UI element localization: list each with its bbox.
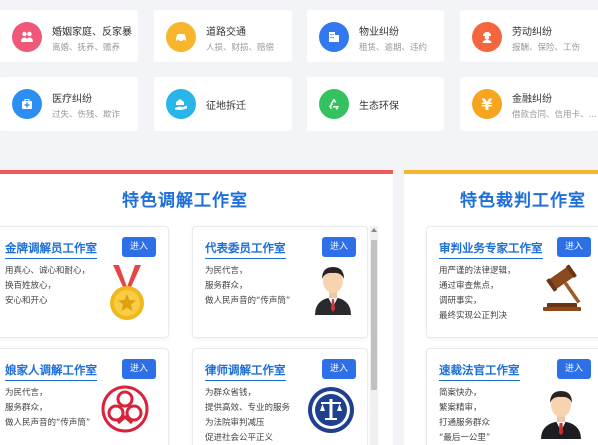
representative-avatar-icon (311, 261, 355, 319)
category-title: 征地拆迁 (206, 101, 246, 112)
car-icon (166, 22, 196, 52)
mediation-panel-accent (0, 170, 393, 174)
category-title: 劳动纠纷 (512, 27, 552, 38)
judge-avatar-icon (537, 383, 585, 443)
category-card-marriage[interactable]: 婚姻家庭、反家暴 离婚、抚养、赡养 (0, 10, 138, 62)
studio-name[interactable]: 律师调解工作室 (205, 362, 286, 381)
category-title: 金融纠纷 (512, 94, 552, 105)
category-subtitle: 过失、伤残、欺诈 (52, 110, 121, 120)
studio-card-womens-federation[interactable]: 娘家人调解工作室 进入 为民代言， 服务群众， 做人民声音的“传声筒” (0, 348, 169, 445)
enter-button[interactable]: 进入 (122, 237, 156, 257)
category-subtitle: 离婚、抚养、赡养 (52, 43, 121, 53)
category-subtitle: 人损、财损、赔偿 (206, 43, 275, 53)
studio-name[interactable]: 审判业务专家工作室 (439, 240, 543, 259)
gavel-icon (539, 263, 591, 315)
scrollbar-thumb[interactable] (371, 240, 377, 390)
category-card-labor[interactable]: 劳动纠纷 报酬、保险、工伤 (460, 10, 598, 62)
lawyers-association-emblem-icon (306, 385, 356, 439)
studio-name[interactable]: 代表委员工作室 (205, 240, 286, 259)
studio-description: 用真心、诚心和耐心， 换百姓放心， 安心和开心 (5, 266, 91, 306)
worker-icon (472, 22, 502, 52)
category-card-environment[interactable]: 生态环保 (307, 77, 444, 131)
heart-family-icon (12, 22, 42, 52)
medical-kit-icon (12, 89, 42, 119)
building-icon (319, 22, 349, 52)
category-title: 婚姻家庭、反家暴 (52, 27, 132, 38)
enter-button[interactable]: 进入 (557, 359, 591, 379)
category-title: 医疗纠纷 (52, 94, 92, 105)
category-card-medical[interactable]: 医疗纠纷 过失、伤残、欺诈 (0, 77, 138, 131)
category-subtitle: 租赁、逾期、违约 (359, 43, 428, 53)
studio-description: 为民代言， 服务群众， 做人民声音的“传声筒” (5, 388, 91, 428)
category-card-finance[interactable]: ¥ 金融纠纷 借款合同、信用卡、... (460, 77, 598, 131)
enter-button[interactable]: 进入 (122, 359, 156, 379)
studio-description: 为民代言， 服务群众， 做人民声音的“传声筒” (205, 266, 291, 306)
category-card-property[interactable]: 物业纠纷 租赁、逾期、违约 (307, 10, 444, 62)
enter-button[interactable]: 进入 (557, 237, 591, 257)
enter-button[interactable]: 进入 (322, 237, 356, 257)
studio-name[interactable]: 速裁法官工作室 (439, 362, 520, 381)
category-title: 道路交通 (206, 27, 246, 38)
yen-icon: ¥ (472, 89, 502, 119)
mediation-panel-title: 特色调解工作室 (122, 191, 248, 211)
adjudication-panel-title: 特色裁判工作室 (460, 191, 586, 211)
studio-card-representative[interactable]: 代表委员工作室 进入 为民代言， 服务群众， 做人民声音的“传声筒” (192, 226, 368, 338)
studio-description: 简案快办， 繁案精审， 打通服务群众 “最后一公里” (439, 388, 491, 443)
house-hand-icon (166, 89, 196, 119)
studio-card-gold-mediator[interactable]: 金牌调解员工作室 进入 用真心、诚心和耐心， 换百姓放心， 安心和开心 (0, 226, 169, 338)
enter-button[interactable]: 进入 (322, 359, 356, 379)
women-federation-emblem-icon (101, 385, 149, 437)
category-card-demolition[interactable]: 征地拆迁 (154, 77, 292, 131)
category-subtitle: 借款合同、信用卡、... (512, 110, 597, 120)
category-title: 物业纠纷 (359, 27, 399, 38)
scroll-up-arrow-icon[interactable] (371, 228, 377, 232)
gold-medal-icon (107, 265, 147, 327)
studio-description: 用严谨的法律逻辑， 通过审查焦点， 调研事实， 最终实现公正判决 (439, 266, 516, 321)
studio-name[interactable]: 金牌调解员工作室 (5, 240, 97, 259)
studio-card-fast-track-judge[interactable]: 速裁法官工作室 进入 简案快办， 繁案精审， 打通服务群众 “最后一公里” (426, 348, 598, 445)
category-card-traffic[interactable]: 道路交通 人损、财损、赔偿 (154, 10, 292, 62)
category-title: 生态环保 (359, 101, 399, 112)
adjudication-panel-accent (404, 170, 598, 174)
recycle-icon (319, 89, 349, 119)
studio-card-trial-expert[interactable]: 审判业务专家工作室 进入 用严谨的法律逻辑， 通过审查焦点， 调研事实， 最终实… (426, 226, 598, 338)
studio-name[interactable]: 娘家人调解工作室 (5, 362, 97, 381)
studio-description: 为群众省钱， 提供高效、专业的服务 为法院审判减压 促进社会公平正义 (205, 388, 291, 443)
category-subtitle: 报酬、保险、工伤 (512, 43, 581, 53)
studio-card-lawyer[interactable]: 律师调解工作室 进入 为群众省钱， 提供高效、专业的服务 为法院审判减压 促进社… (192, 348, 368, 445)
